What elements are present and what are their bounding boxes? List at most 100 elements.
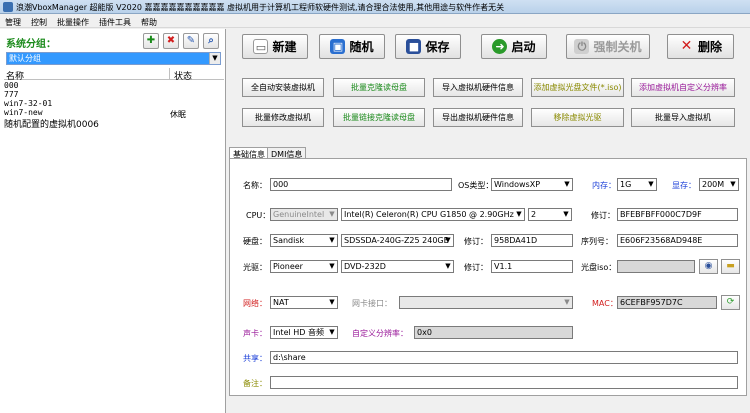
disk-rev-label: 修订：	[464, 237, 488, 246]
auto-install-button[interactable]: 全自动安装虚拟机	[242, 78, 324, 97]
group-select-value: 默认分组	[9, 54, 41, 63]
window-title: 浪潮VboxManager 超能版 V2020 嘉嘉嘉嘉嘉嘉嘉嘉嘉嘉 虚拟机用于…	[16, 3, 505, 12]
chevron-down-icon: ▼	[564, 180, 570, 188]
disk-rev-field[interactable]: 958DA41D	[491, 234, 573, 247]
optical-brand-select[interactable]: Pioneer ▼	[270, 260, 338, 273]
list-item[interactable]: win7-new 休眠	[4, 108, 224, 119]
note-field[interactable]	[270, 376, 738, 389]
chevron-down-icon: ▼	[563, 210, 569, 218]
optical-model-select[interactable]: DVD-232D ▼	[341, 260, 454, 273]
add-resolution-button[interactable]: 添加虚拟机自定义分辨率	[631, 78, 735, 97]
optical-brand-value: Pioneer	[273, 262, 303, 271]
new-button[interactable]: ▭ 新建	[242, 34, 308, 59]
name-field[interactable]: 000	[270, 178, 452, 191]
chevron-down-icon: ▼	[445, 262, 451, 270]
list-item[interactable]: win7-32-01	[4, 99, 224, 108]
network-select[interactable]: NAT ▼	[270, 296, 338, 309]
start-button[interactable]: ➜ 启动	[481, 34, 547, 59]
batch-import-button[interactable]: 批量导入虚拟机	[631, 108, 735, 127]
sidebar: 系统分组： ✚ ✖ ✎ ⌕ 默认分组 ▼ 名称 状态 000 777 win7-…	[0, 29, 226, 413]
serial-field[interactable]: E606F23568AD948E	[617, 234, 738, 247]
optical-label: 光驱：	[243, 263, 267, 272]
mac-field[interactable]: 6CEFBF957D7C	[617, 296, 717, 309]
disk-brand-value: Sandisk	[273, 236, 305, 245]
network-value: NAT	[273, 298, 289, 307]
refresh-icon[interactable]: ⟳	[721, 295, 740, 310]
chevron-down-icon: ▼	[329, 262, 335, 270]
app-icon	[3, 2, 13, 12]
force-off-button[interactable]: ⏻ 强制关机	[566, 34, 650, 59]
start-label: 启动	[511, 40, 536, 54]
menu-help[interactable]: 帮助	[136, 15, 162, 28]
cpu-rev-field[interactable]: BFEBFBFF000C7D9F	[617, 208, 738, 221]
chevron-down-icon: ▼	[209, 53, 220, 64]
iso-label: 光盘iso：	[581, 263, 617, 272]
save-button[interactable]: ■ 保存	[395, 34, 461, 59]
power-icon: ⏻	[574, 39, 590, 54]
chevron-down-icon: ▼	[329, 210, 335, 218]
menu-batch[interactable]: 批量操作	[52, 15, 94, 28]
optical-rev-label: 修订：	[464, 263, 488, 272]
list-item[interactable]: 777	[4, 90, 224, 99]
new-file-icon: ▭	[253, 39, 269, 54]
list-item[interactable]: 000	[4, 81, 224, 90]
batch-clone-button[interactable]: 批量克隆读母盘	[333, 78, 425, 97]
optical-rev-field[interactable]: V1.1	[491, 260, 573, 273]
network-label: 网络：	[243, 299, 267, 308]
chevron-down-icon: ▼	[648, 180, 654, 188]
save-icon: ■	[406, 39, 422, 54]
vram-label: 显存：	[672, 181, 696, 190]
disk-label: 硬盘：	[243, 237, 267, 246]
disk-brand-select[interactable]: Sandisk ▼	[270, 234, 338, 247]
resolution-field[interactable]: 0x0	[414, 326, 573, 339]
delete-button[interactable]: ✕ 删除	[667, 34, 734, 59]
cpu-vendor-select[interactable]: GenuineIntel ▼	[270, 208, 338, 221]
random-button[interactable]: ▣ 随机	[319, 34, 385, 59]
add-iso-button[interactable]: 添加虚拟光盘文件(*.iso)	[531, 78, 624, 97]
chevron-down-icon: ▼	[329, 236, 335, 244]
sound-value: Intel HD 音频	[273, 328, 324, 337]
chevron-down-icon: ▼	[730, 180, 736, 188]
disk-model-select[interactable]: SDSSDA-240G-Z25 240GB ▼	[341, 234, 454, 247]
os-label: OS类型：	[458, 181, 494, 190]
cpu-cores-select[interactable]: 2 ▼	[528, 208, 572, 221]
export-hw-button[interactable]: 导出虚拟机硬件信息	[433, 108, 523, 127]
chevron-down-icon: ▼	[516, 210, 522, 218]
share-field[interactable]: d:\share	[270, 351, 738, 364]
status-bar	[229, 397, 747, 413]
chevron-down-icon: ▼	[329, 328, 335, 336]
force-off-label: 强制关机	[593, 40, 642, 54]
menu-manage[interactable]: 管理	[0, 15, 26, 28]
save-label: 保存	[425, 40, 450, 54]
batch-link-clone-button[interactable]: 批量链接克隆读母盘	[333, 108, 425, 127]
search-group-icon[interactable]: ⌕	[203, 33, 219, 49]
edit-group-icon[interactable]: ✎	[183, 33, 199, 49]
menu-plugins[interactable]: 插件工具	[94, 15, 136, 28]
vram-value: 200M	[702, 180, 725, 189]
disc-icon[interactable]: ◉	[699, 259, 718, 274]
memory-label: 内存：	[592, 181, 616, 190]
batch-modify-button[interactable]: 批量修改虚拟机	[242, 108, 324, 127]
vm-name: 777	[4, 90, 19, 99]
remove-optical-button[interactable]: 移除虚拟光驱	[531, 108, 624, 127]
group-select[interactable]: 默认分组 ▼	[6, 52, 221, 65]
folder-icon[interactable]: ▬	[721, 259, 740, 274]
start-icon: ➜	[492, 39, 508, 54]
add-group-icon[interactable]: ✚	[143, 33, 159, 49]
delete-group-icon[interactable]: ✖	[163, 33, 179, 49]
chevron-down-icon: ▼	[564, 298, 570, 306]
os-value: WindowsXP	[494, 180, 541, 189]
memory-select[interactable]: 1G ▼	[617, 178, 657, 191]
list-item[interactable]: 随机配置的虚拟机0006	[4, 117, 224, 130]
new-label: 新建	[272, 40, 297, 54]
cpu-model-select[interactable]: Intel(R) Celeron(R) CPU G1850 @ 2.90GHz ▼	[341, 208, 525, 221]
sound-select[interactable]: Intel HD 音频 ▼	[270, 326, 338, 339]
iso-field[interactable]	[617, 260, 695, 273]
vram-select[interactable]: 200M ▼	[699, 178, 739, 191]
disk-model-value: SDSSDA-240G-Z25 240GB	[344, 236, 450, 245]
os-select[interactable]: WindowsXP ▼	[491, 178, 573, 191]
nic-select[interactable]: ▼	[399, 296, 573, 309]
menu-control[interactable]: 控制	[26, 15, 52, 28]
import-hw-button[interactable]: 导入虚拟机硬件信息	[433, 78, 523, 97]
vm-name: win7-new	[4, 108, 43, 117]
